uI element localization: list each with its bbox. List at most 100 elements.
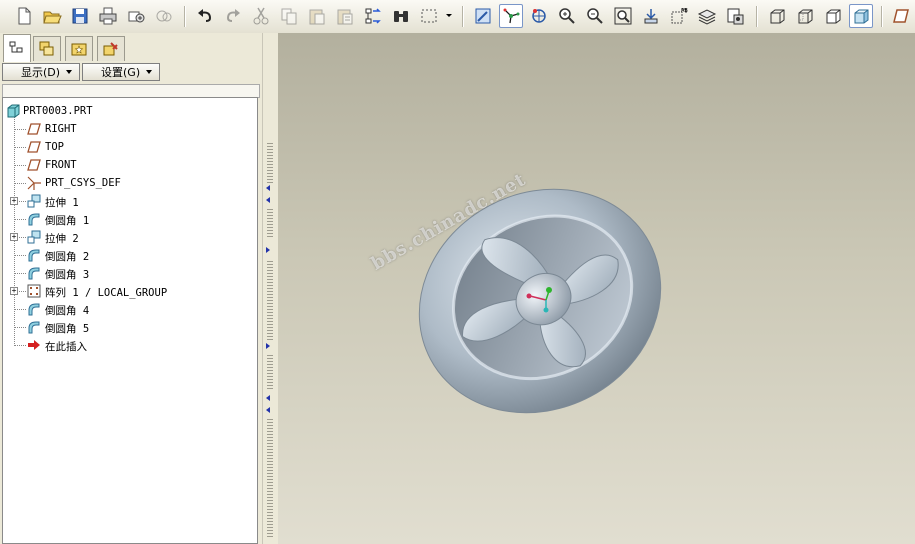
- tree-item-label: 倒圆角 4: [45, 305, 90, 317]
- tree-item[interactable]: 在此插入: [3, 336, 257, 354]
- round-icon: [26, 211, 42, 227]
- datum-plane-icon: [26, 157, 42, 173]
- no-hidden-icon[interactable]: [821, 4, 845, 28]
- new-icon[interactable]: [12, 4, 36, 28]
- view-manager-icon[interactable]: [723, 4, 747, 28]
- undo-icon[interactable]: [193, 4, 217, 28]
- datum-planes-icon[interactable]: [889, 4, 913, 28]
- hidden-line-icon[interactable]: [793, 4, 817, 28]
- tree-item[interactable]: 倒圆角 4: [3, 300, 257, 318]
- chevron-down-icon: [146, 70, 153, 74]
- wheel-model[interactable]: [278, 33, 915, 544]
- splitter-grip[interactable]: [267, 209, 273, 237]
- tree-connector: [14, 345, 26, 346]
- settings-menu-button[interactable]: 设置(G): [82, 63, 160, 81]
- spin-center-icon[interactable]: [499, 4, 523, 28]
- tree-item-root[interactable]: PRT0003.PRT: [3, 102, 257, 120]
- tree-item[interactable]: FRONT: [3, 156, 257, 174]
- extrude-icon: [26, 193, 42, 209]
- open-icon[interactable]: [40, 4, 64, 28]
- expand-icon[interactable]: +: [10, 233, 18, 241]
- show-menu-button[interactable]: 显示(D): [2, 63, 80, 81]
- save-icon[interactable]: [68, 4, 92, 28]
- toolbar-separator: [462, 6, 464, 27]
- regenerate-icon[interactable]: [361, 4, 385, 28]
- cut-icon[interactable]: [249, 4, 273, 28]
- tree-item[interactable]: 倒圆角 1: [3, 210, 257, 228]
- tree-item[interactable]: TOP: [3, 138, 257, 156]
- toolbar-separator: [184, 6, 186, 27]
- repaint-icon[interactable]: [471, 4, 495, 28]
- copy-icon[interactable]: [277, 4, 301, 28]
- saved-views-icon[interactable]: AB: [667, 4, 691, 28]
- tree-item[interactable]: + 拉伸 1: [3, 192, 257, 210]
- model-tree-tab[interactable]: [3, 34, 31, 62]
- tree-item[interactable]: 倒圆角 5: [3, 318, 257, 336]
- paste-special-icon[interactable]: [333, 4, 357, 28]
- tree-item-label: 倒圆角 5: [45, 323, 90, 335]
- zoom-in-icon[interactable]: [555, 4, 579, 28]
- zoom-out-icon[interactable]: [583, 4, 607, 28]
- graphics-viewport[interactable]: bbs.chinadc.net: [278, 33, 915, 544]
- tree-item-label: PRT0003.PRT: [23, 105, 93, 117]
- svg-text:AB: AB: [681, 8, 688, 14]
- tree-item[interactable]: PRT_CSYS_DEF: [3, 174, 257, 192]
- splitter-grip[interactable]: [267, 355, 273, 391]
- feature-tools-tab[interactable]: [97, 36, 125, 61]
- extrude-icon: [26, 229, 42, 245]
- collapse-left-icon[interactable]: [266, 407, 270, 413]
- tree-item[interactable]: + 拉伸 2: [3, 228, 257, 246]
- datum-plane-icon: [26, 139, 42, 155]
- chevron-down-icon[interactable]: [446, 14, 452, 17]
- orient-mode-icon[interactable]: [527, 4, 551, 28]
- round-icon: [26, 265, 42, 281]
- tree-connector: [14, 183, 26, 184]
- layer-tree-tab[interactable]: [33, 36, 61, 61]
- pattern-icon: [26, 283, 42, 299]
- round-icon: [26, 319, 42, 335]
- reorient-icon[interactable]: [639, 4, 663, 28]
- splitter-grip[interactable]: [267, 419, 273, 539]
- tree-item[interactable]: RIGHT: [3, 120, 257, 138]
- collapse-left-icon[interactable]: [266, 197, 270, 203]
- tree-item-label: 拉伸 1: [45, 197, 79, 209]
- main-toolbar: AB: [0, 0, 915, 34]
- send-mail-attachment-icon[interactable]: [152, 4, 176, 28]
- shading-icon[interactable]: [849, 4, 873, 28]
- find-icon[interactable]: [389, 4, 413, 28]
- layers-icon[interactable]: [695, 4, 719, 28]
- redo-icon[interactable]: [221, 4, 245, 28]
- send-mail-icon[interactable]: [124, 4, 148, 28]
- collapse-left-icon[interactable]: [266, 395, 270, 401]
- refit-icon[interactable]: [611, 4, 635, 28]
- tree-item-label: FRONT: [45, 159, 77, 171]
- tree-item-label: 拉伸 2: [45, 233, 79, 245]
- chevron-down-icon: [66, 70, 73, 74]
- tree-filter-row: [2, 84, 260, 98]
- tree-item-label: RIGHT: [45, 123, 77, 135]
- tree-item-label: 阵列 1 / LOCAL_GROUP: [45, 287, 168, 299]
- expand-right-icon[interactable]: [266, 247, 270, 253]
- favorites-tab[interactable]: [65, 36, 93, 61]
- panel-button-bar: 显示(D) 设置(G): [0, 62, 262, 84]
- model-tree[interactable]: PRT0003.PRT RIGHT TOP FRONT PRT_CSYS_DEF + 拉伸…: [2, 97, 258, 544]
- navigator-panel: 显示(D) 设置(G) PRT0003.PRT RIGHT TOP FRONT PRT…: [0, 33, 262, 544]
- wireframe-icon[interactable]: [765, 4, 789, 28]
- tree-connector: [14, 327, 26, 328]
- expand-icon[interactable]: +: [10, 287, 18, 295]
- tree-item[interactable]: 倒圆角 2: [3, 246, 257, 264]
- tree-connector: [14, 219, 26, 220]
- expand-right-icon[interactable]: [266, 343, 270, 349]
- panel-splitter[interactable]: [262, 33, 279, 544]
- settings-menu-label: 设置(G): [101, 66, 141, 79]
- show-menu-label: 显示(D): [21, 66, 61, 79]
- print-icon[interactable]: [96, 4, 120, 28]
- select-box-icon[interactable]: [417, 4, 441, 28]
- expand-icon[interactable]: +: [10, 197, 18, 205]
- tree-item[interactable]: 倒圆角 3: [3, 264, 257, 282]
- splitter-grip[interactable]: [267, 261, 273, 341]
- splitter-grip[interactable]: [267, 143, 273, 183]
- paste-icon[interactable]: [305, 4, 329, 28]
- tree-item[interactable]: + 阵列 1 / LOCAL_GROUP: [3, 282, 257, 300]
- collapse-left-icon[interactable]: [266, 185, 270, 191]
